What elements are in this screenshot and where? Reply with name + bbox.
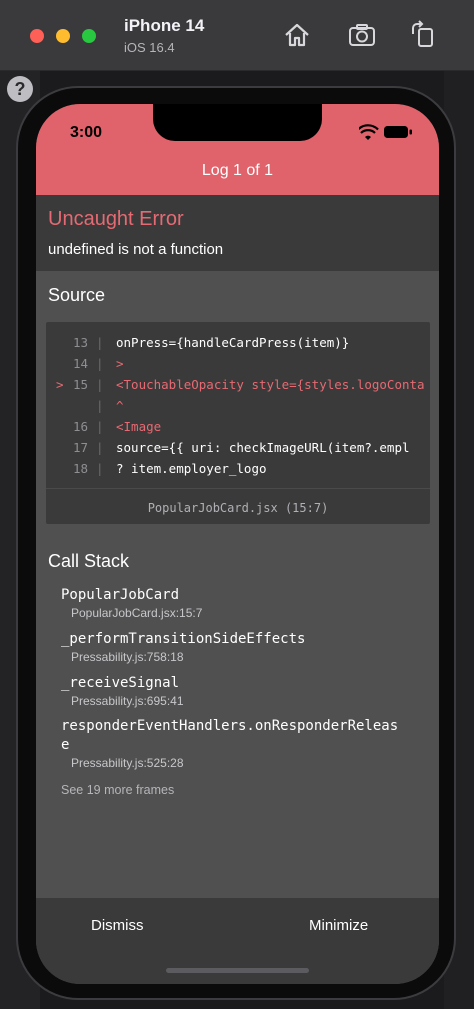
os-version: iOS 16.4 (124, 40, 175, 55)
minimize-button[interactable]: Minimize (309, 917, 368, 934)
error-message: undefined is not a function (48, 241, 224, 258)
line-separator: | (96, 440, 104, 455)
status-time: 3:00 (70, 124, 103, 141)
help-icon[interactable]: ? (7, 76, 33, 102)
error-title: Uncaught Error (48, 208, 184, 230)
stack-frame-name[interactable]: _receiveSignal (61, 675, 179, 691)
line-number: 15 (72, 377, 88, 392)
phone-screen: 3:00 Log 1 of 1 Uncaught Error undefined… (36, 104, 439, 984)
line-number: 18 (72, 461, 88, 476)
see-more-frames-link[interactable]: See 19 more frames (61, 783, 174, 797)
stack-frame-location[interactable]: Pressability.js:525:28 (71, 756, 184, 770)
line-number: 13 (72, 335, 88, 350)
stack-frame-name-wrap[interactable]: e (61, 737, 69, 753)
line-separator: | (96, 377, 104, 392)
line-separator: | (96, 335, 104, 350)
stack-frame-location[interactable]: PopularJobCard.jsx:15:7 (71, 606, 202, 620)
dynamic-notch (153, 104, 322, 141)
line-code: onPress={handleCardPress(item)} (116, 335, 350, 350)
stack-frame-name[interactable]: responderEventHandlers.onResponderReleas (61, 718, 398, 734)
line-separator: | (96, 356, 104, 371)
screenshot-icon[interactable] (347, 20, 377, 50)
stack-frame-name[interactable]: _performTransitionSideEffects (61, 631, 305, 647)
line-separator: | (96, 461, 104, 476)
close-window-button[interactable] (30, 29, 44, 43)
minimize-window-button[interactable] (56, 29, 70, 43)
battery-icon (384, 126, 412, 138)
line-number: 14 (72, 356, 88, 371)
source-file-location[interactable]: PopularJobCard.jsx (15:7) (46, 488, 430, 524)
zoom-window-button[interactable] (82, 29, 96, 43)
error-summary: Uncaught Error undefined is not a functi… (36, 195, 439, 271)
line-separator: | (96, 398, 104, 413)
home-indicator[interactable] (166, 968, 309, 973)
call-stack-heading: Call Stack (48, 551, 130, 571)
dismiss-button[interactable]: Dismiss (91, 917, 144, 934)
line-code: ^ (116, 398, 124, 413)
stack-frame-name[interactable]: PopularJobCard (61, 587, 179, 603)
home-icon[interactable] (282, 20, 312, 50)
line-marker: > (56, 377, 64, 392)
log-counter: Log 1 of 1 (201, 162, 274, 179)
line-code: source={{ uri: checkImageURL(item?.empl (116, 440, 410, 455)
source-heading: Source (48, 285, 106, 305)
device-name: iPhone 14 (124, 16, 205, 35)
stack-frame-location[interactable]: Pressability.js:695:41 (71, 694, 184, 708)
line-number: 16 (72, 419, 88, 434)
rotate-icon[interactable] (408, 20, 438, 50)
log-header: 3:00 Log 1 of 1 (36, 104, 439, 195)
stack-frame-location[interactable]: Pressability.js:758:18 (71, 650, 184, 664)
line-number: 17 (72, 440, 88, 455)
wifi-icon (359, 124, 379, 140)
line-code: ? item.employer_logo (116, 461, 267, 476)
line-code: <TouchableOpacity style={styles.logoCont… (116, 377, 425, 392)
status-icons (359, 124, 412, 140)
log-actions-bar: Dismiss Minimize (36, 898, 439, 984)
line-code: > (116, 356, 124, 371)
line-separator: | (96, 419, 104, 434)
source-code-frame[interactable]: 13 | onPress={handleCardPress(item)} 14 | > >1… (46, 322, 430, 524)
simulator-title-bar: iPhone 14 iOS 16.4 (0, 0, 474, 71)
line-code: <Image (116, 419, 162, 434)
